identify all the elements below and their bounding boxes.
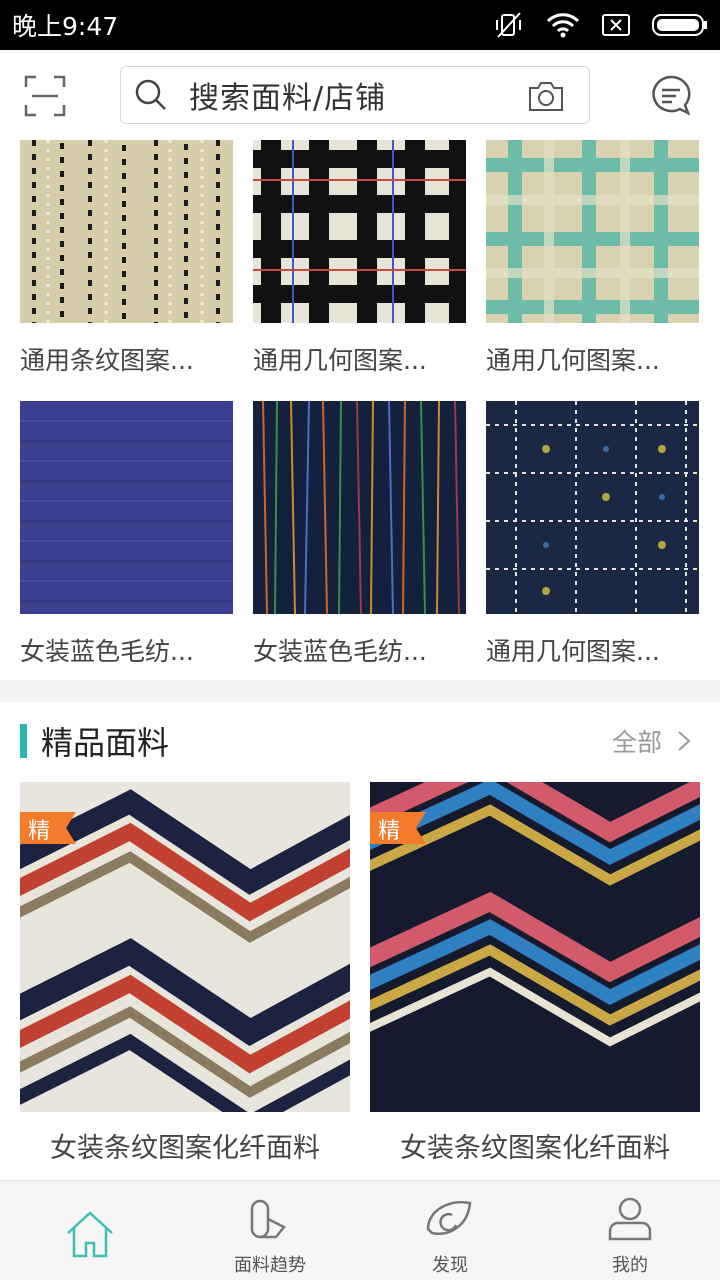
fabric-swatch — [20, 140, 233, 323]
nav-profile[interactable]: 我的 — [540, 1181, 720, 1280]
fabric-caption: 通用几何图案... — [253, 346, 427, 375]
fabric-caption: 女装蓝色毛纺... — [253, 637, 427, 666]
discover-icon — [426, 1200, 472, 1236]
vibrate-off-icon — [496, 12, 521, 38]
fabric-item[interactable]: 通用条纹图案... — [20, 140, 233, 377]
fabric-item[interactable]: 女装蓝色毛纺... — [20, 401, 233, 668]
search-input[interactable]: 搜索面料/店铺 — [120, 66, 590, 124]
bottom-nav: 面料趋势 发现 我的 — [0, 1180, 720, 1280]
search-icon — [135, 79, 166, 110]
fabric-swatch — [253, 140, 466, 323]
featured-image: 精 — [20, 782, 350, 1112]
section-header: 精品面料 全部 — [0, 702, 720, 780]
fabric-roll-icon — [250, 1199, 286, 1239]
section-title: 精品面料 — [41, 724, 170, 762]
top-bar: 搜索面料/店铺 — [0, 50, 720, 140]
featured-caption: 女装条纹图案化纤面料 — [50, 1133, 320, 1164]
fabric-swatch — [486, 140, 699, 323]
premium-badge-label: 精 — [378, 819, 401, 844]
fabric-item[interactable]: 通用几何图案... — [253, 140, 466, 377]
status-bar: 晚上9:47 — [0, 0, 720, 50]
fabric-item[interactable]: 通用几何图案... — [486, 401, 699, 668]
wifi-icon — [546, 13, 580, 38]
home-icon — [67, 1211, 113, 1258]
section-accent-bar — [20, 724, 27, 758]
featured-card[interactable]: 精 女装条纹图案化纤面料 — [20, 782, 350, 1165]
fabric-swatch — [20, 401, 233, 614]
featured-image: 精 — [370, 782, 700, 1112]
user-icon — [608, 1197, 652, 1241]
view-all-label: 全部 — [611, 728, 662, 757]
sim-off-icon — [602, 14, 630, 36]
nav-fabric-trends-label: 面料趋势 — [234, 1255, 306, 1276]
fabric-caption: 通用条纹图案... — [20, 346, 194, 375]
fabric-item[interactable]: 通用几何图案... — [486, 140, 699, 377]
scan-icon[interactable] — [24, 75, 66, 117]
chevron-right-icon — [678, 731, 691, 751]
fabric-item[interactable]: 女装蓝色毛纺... — [253, 400, 466, 668]
featured-caption: 女装条纹图案化纤面料 — [400, 1133, 670, 1164]
fabric-caption: 通用几何图案... — [486, 637, 660, 666]
message-icon[interactable] — [650, 74, 692, 116]
fabric-swatch — [253, 400, 466, 615]
status-time: 晚上9:47 — [12, 12, 119, 41]
nav-fabric-trends[interactable]: 面料趋势 — [180, 1181, 360, 1280]
fabric-caption: 通用几何图案... — [486, 346, 660, 375]
featured-card[interactable]: 精 女装条纹图案化纤面料 — [370, 782, 700, 1165]
nav-home[interactable] — [0, 1181, 180, 1280]
search-placeholder: 搜索面料/店铺 — [189, 81, 387, 116]
nav-profile-label: 我的 — [612, 1255, 648, 1276]
nav-discover[interactable]: 发现 — [360, 1181, 540, 1280]
camera-icon[interactable] — [527, 78, 565, 114]
battery-icon — [652, 14, 707, 36]
view-all-link[interactable]: 全部 — [612, 723, 692, 759]
nav-discover-label: 发现 — [432, 1255, 468, 1276]
fabric-swatch — [486, 401, 699, 614]
section-divider — [0, 680, 720, 702]
premium-badge-label: 精 — [28, 819, 51, 844]
fabric-caption: 女装蓝色毛纺... — [20, 637, 194, 666]
